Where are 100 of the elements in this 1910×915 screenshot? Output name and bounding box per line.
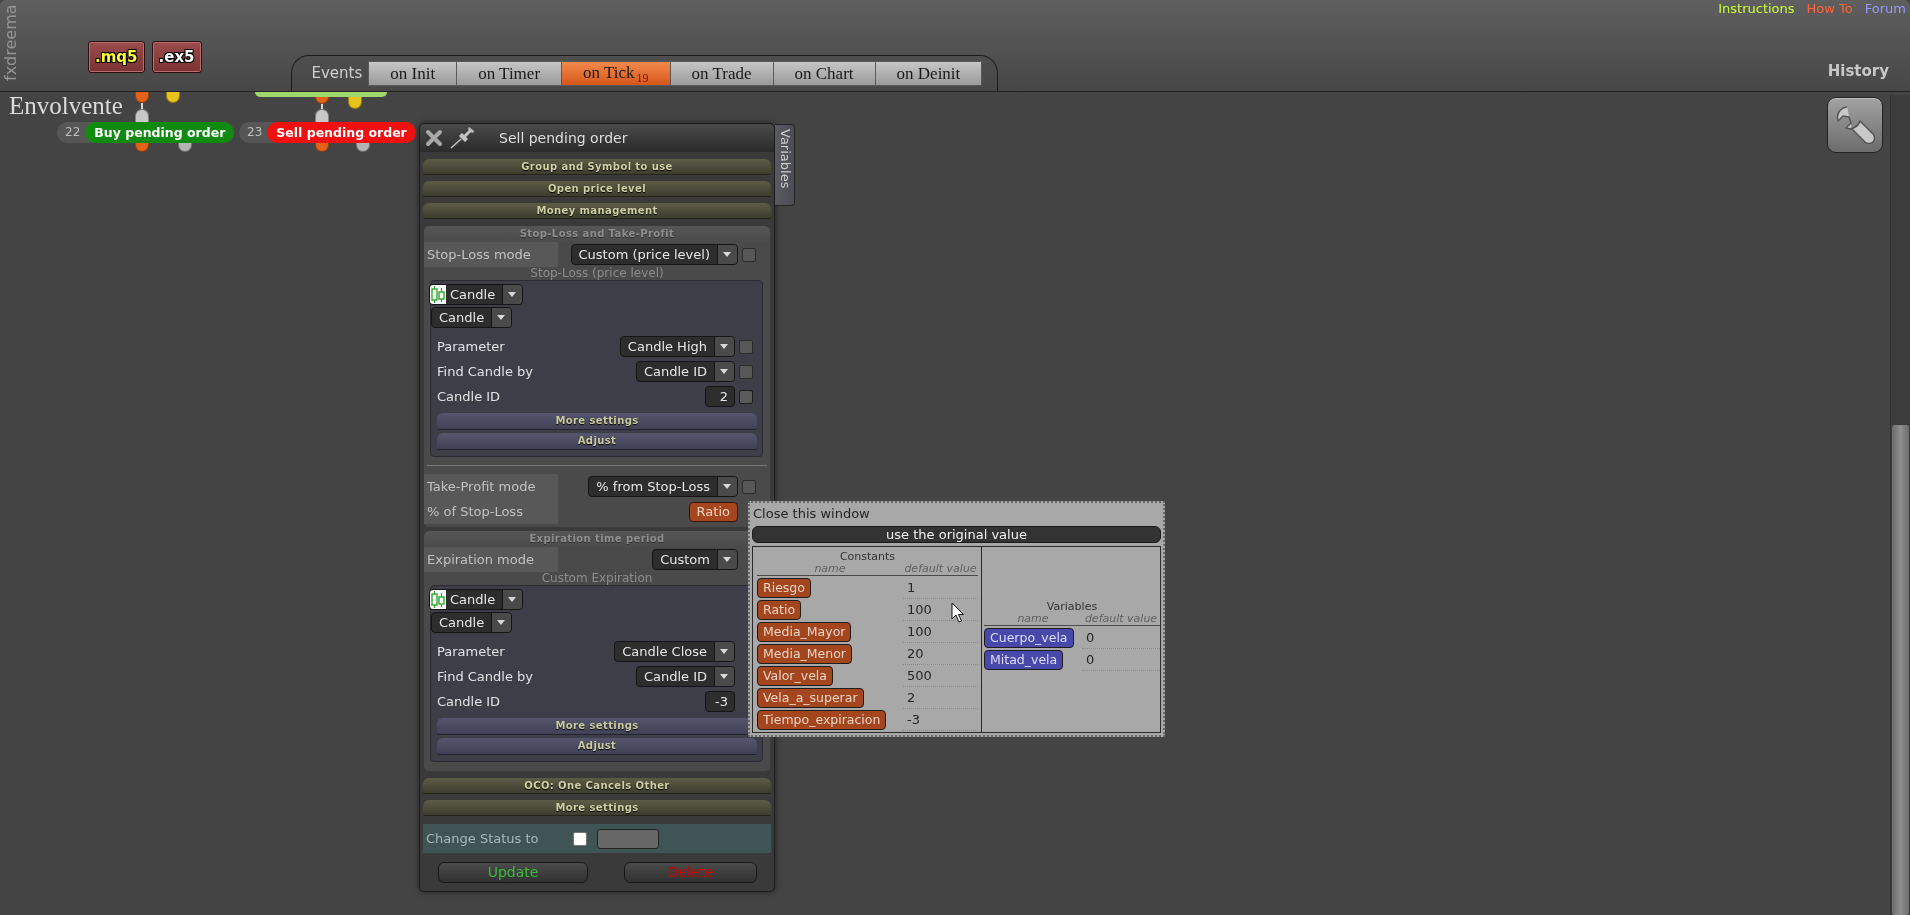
section-bar[interactable]: Group and Symbol to use	[423, 159, 771, 175]
caret-icon	[717, 477, 737, 496]
number-field[interactable]: 2	[705, 386, 735, 407]
history-button[interactable]: History	[1827, 62, 1889, 80]
caret-icon	[714, 642, 734, 661]
flow-node[interactable]: 22 Buy pending order	[57, 122, 235, 143]
caret-icon	[491, 613, 512, 632]
group-caption: Stop-Loss (price level)	[529, 267, 665, 280]
default-value: 0	[1082, 648, 1160, 671]
dropdown[interactable]: Custom	[652, 549, 738, 570]
status-field[interactable]	[597, 828, 659, 849]
dropdown[interactable]: Candle Close	[614, 641, 735, 662]
reset-value-button[interactable]: use the original value	[752, 526, 1161, 543]
group-caption: Custom Expiration	[540, 572, 654, 585]
caret-icon	[491, 308, 512, 327]
pin-icon[interactable]	[449, 127, 477, 149]
column-header: name	[1016, 612, 1050, 625]
field-label: Parameter	[437, 339, 505, 354]
source-dropdown[interactable]: Candle	[429, 589, 524, 610]
variable-chip[interactable]: Cuerpo_vela	[984, 627, 1074, 648]
field-label: Take-Profit mode	[424, 474, 558, 499]
field-label: Stop-Loss mode	[424, 242, 558, 267]
canvas-title: Envolvente	[9, 93, 123, 119]
candlestick-icon	[430, 285, 446, 304]
dropdown[interactable]: % from Stop-Loss	[588, 476, 738, 497]
constant-chip[interactable]: Valor_vela	[757, 666, 833, 686]
settings-bar[interactable]: Adjust	[437, 738, 757, 755]
constant-chip[interactable]: Ratio	[757, 600, 802, 620]
number-field[interactable]: -3	[705, 691, 735, 712]
close-icon[interactable]	[425, 129, 443, 147]
default-value: 1	[903, 577, 978, 599]
constant-chip[interactable]: Riesgo	[757, 578, 811, 598]
flow-node[interactable]	[255, 92, 387, 97]
dropdown[interactable]: Candle High	[619, 336, 735, 357]
constant-chip[interactable]: Ratio	[688, 501, 738, 522]
variables-side-tab[interactable]: Variables	[775, 124, 795, 206]
column-header: default value	[1083, 612, 1159, 625]
scrollbar-track[interactable]	[1890, 95, 1910, 915]
export-button[interactable]: .mq5	[88, 41, 145, 73]
event-tab[interactable]: on Timer	[456, 61, 562, 86]
dropdown[interactable]: Candle ID	[635, 361, 735, 382]
field-label: Parameter	[437, 644, 505, 659]
tools-button[interactable]	[1827, 97, 1883, 153]
flow-node[interactable]: 23 Sell pending order	[239, 122, 416, 143]
dropdown[interactable]: Candle	[431, 307, 513, 328]
close-window-link[interactable]: Close this window	[752, 504, 871, 523]
scrollbar-thumb[interactable]	[1892, 425, 1909, 915]
section-bar[interactable]: Open price level	[423, 181, 771, 197]
node-label: Buy pending order	[85, 122, 235, 143]
section-bar[interactable]: OCO: One Cancels Other	[423, 778, 771, 794]
event-tab[interactable]: on Chart	[772, 61, 875, 86]
dropdown[interactable]: Candle ID	[635, 666, 735, 687]
column-header: default value	[903, 563, 978, 575]
help-link[interactable]: Instructions	[1718, 1, 1795, 16]
node-number: 22	[64, 124, 82, 141]
window-title: Sell pending order	[499, 130, 628, 146]
node-label: Sell pending order	[267, 122, 416, 143]
table-title: Constants	[838, 551, 897, 563]
event-tab[interactable]: on Tick$_{19}$	[561, 61, 670, 86]
section-bar[interactable]: More settings	[423, 800, 771, 816]
event-tab[interactable]: on Init	[368, 61, 457, 86]
default-value: -3	[903, 709, 978, 731]
action-button[interactable]: Update	[438, 862, 588, 883]
default-value: 500	[903, 665, 978, 687]
constant-chip[interactable]: Vela_a_superar	[757, 688, 864, 708]
caret-icon	[714, 337, 734, 356]
constant-chip[interactable]: Tiempo_expiracion	[757, 710, 887, 730]
field-label: % of Stop-Loss	[424, 499, 558, 524]
checkbox[interactable]	[742, 247, 756, 262]
settings-bar[interactable]: Adjust	[437, 433, 757, 450]
caret-icon	[502, 285, 523, 304]
constant-chip[interactable]: Media_Mayor	[757, 622, 852, 642]
checkbox[interactable]	[742, 479, 756, 494]
port-dot-icon[interactable]	[315, 109, 329, 122]
field-label: Expiration mode	[424, 547, 558, 572]
checkbox[interactable]	[573, 831, 587, 846]
dropdown[interactable]: Custom (price level)	[570, 244, 738, 265]
variable-chip[interactable]: Mitad_vela	[984, 649, 1064, 670]
field-label: Candle ID	[437, 389, 501, 404]
field-label: Find Candle by	[437, 669, 533, 684]
settings-bar[interactable]: More settings	[437, 413, 757, 430]
caret-icon	[502, 590, 523, 609]
field-label: Find Candle by	[437, 364, 533, 379]
port-dot-icon[interactable]	[135, 109, 149, 122]
checkbox[interactable]	[739, 389, 753, 404]
event-tab[interactable]: on Deinit	[874, 61, 983, 86]
mouse-pointer-icon	[951, 602, 964, 623]
section-bar[interactable]: Money management	[423, 203, 771, 219]
candlestick-icon	[430, 590, 446, 609]
default-value: 2	[903, 687, 978, 709]
caret-icon	[714, 362, 734, 381]
checkbox[interactable]	[739, 364, 753, 379]
dropdown[interactable]: Candle	[431, 612, 513, 633]
event-tab[interactable]: on Trade	[669, 61, 773, 86]
column-header: name	[813, 563, 847, 575]
export-button[interactable]: .ex5	[151, 41, 202, 73]
caret-icon	[717, 550, 737, 569]
source-dropdown[interactable]: Candle	[429, 284, 524, 305]
checkbox[interactable]	[739, 339, 753, 354]
constant-chip[interactable]: Media_Menor	[757, 644, 852, 664]
